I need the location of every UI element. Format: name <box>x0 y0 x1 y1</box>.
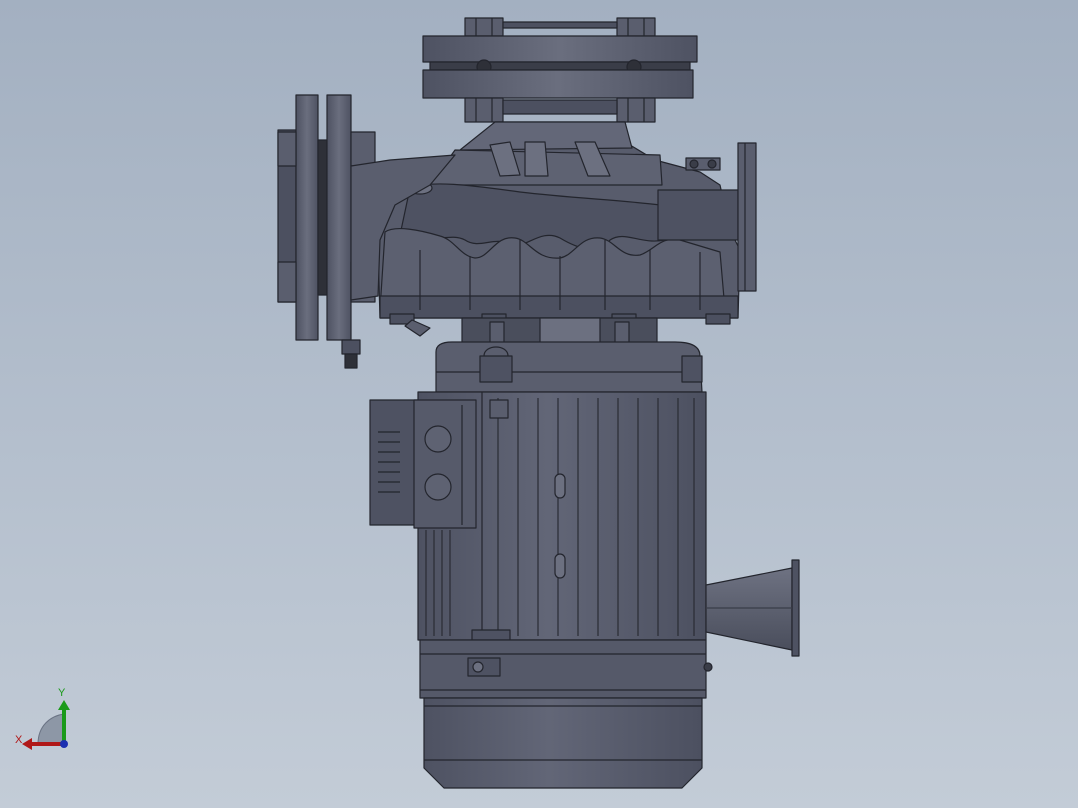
triad-y-label: Y <box>58 687 66 699</box>
pump-motor-assembly-model[interactable] <box>0 0 1078 808</box>
z-axis-dot <box>60 740 68 748</box>
orientation-triad[interactable]: Y X <box>12 686 82 756</box>
triad-x-label: X <box>15 734 23 746</box>
coupling-lantern[interactable] <box>461 317 658 345</box>
triad-graphic <box>22 700 70 750</box>
x-axis-arrowhead <box>22 738 32 750</box>
top-outlet-flange[interactable] <box>422 17 698 123</box>
motor-end-bell[interactable] <box>419 639 713 699</box>
motor-flange[interactable] <box>435 341 703 393</box>
side-cone-nozzle[interactable] <box>705 559 800 657</box>
cad-viewport[interactable]: Y X <box>0 0 1078 808</box>
fan-cover[interactable] <box>423 697 703 789</box>
y-axis-arrowhead <box>58 700 70 710</box>
